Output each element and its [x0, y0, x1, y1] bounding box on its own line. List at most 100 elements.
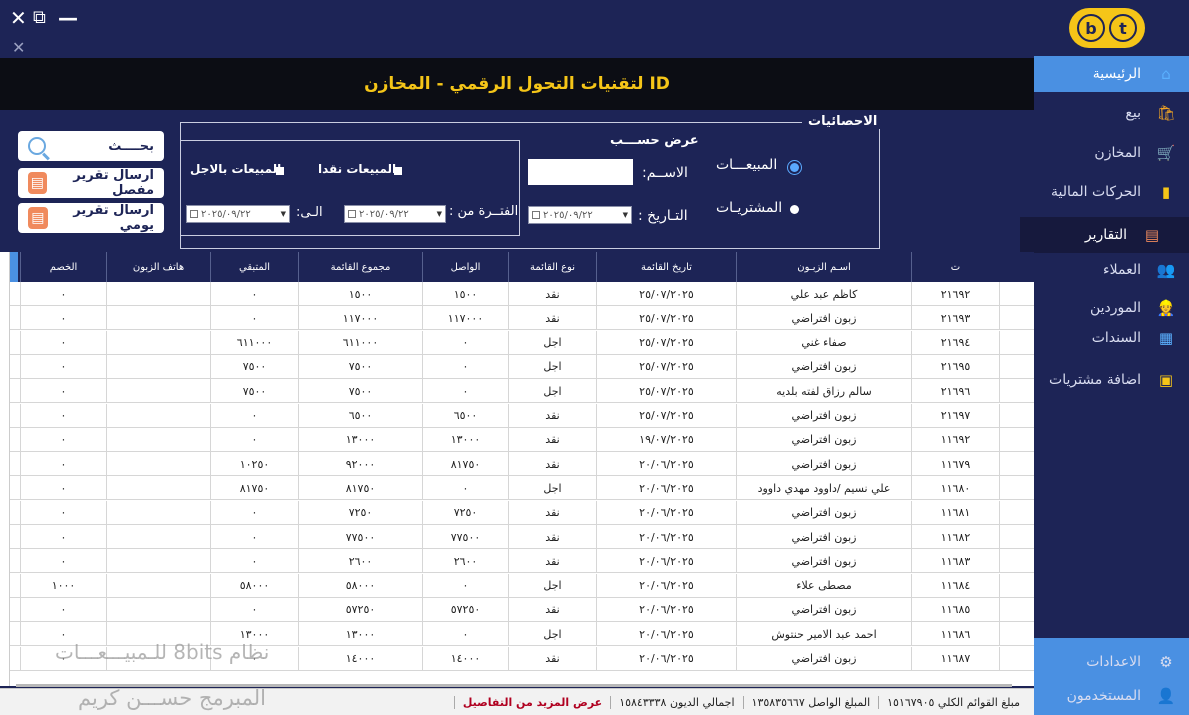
period-from-checkbox[interactable] [348, 210, 356, 218]
column-header[interactable]: تاريخ القائمة [596, 252, 736, 282]
column-header[interactable]: الخصم [20, 252, 106, 282]
table-cell: ٢١٦٩٧ [911, 403, 999, 428]
table-cell: ٢٠/٠٦/٢٠٢٥ [596, 452, 736, 477]
table-cell: ٧٧٥٠٠ [422, 525, 508, 549]
table-cell: ٠ [210, 500, 298, 525]
table-row[interactable]: ١١٦٨٠ علي نسيم /داوود مهدي داوود ٢٠/٠٦/٢٠٢… [0, 476, 1034, 501]
sidebar-item-4[interactable]: ▤ التقارير [1020, 217, 1189, 253]
table-cell [106, 549, 210, 574]
sidebar-item-0[interactable]: ⌂ الرئيسية [1034, 56, 1189, 92]
column-header[interactable]: هاتف الزبون [106, 252, 210, 282]
table-row[interactable]: ١١٦٨٢ زبون افتراضي ٢٠/٠٦/٢٠٢٥ نقد ٧٧٥٠٠ ٧٧٥٠٠… [0, 525, 1034, 549]
table-cell: ٠ [20, 282, 106, 306]
row-selector[interactable] [999, 573, 1034, 598]
date-picker[interactable]: ٢٠٢٥/٠٩/٢٢ ▼ [528, 206, 632, 224]
row-selector[interactable] [999, 282, 1034, 306]
table-row[interactable]: ٢١٦٩٣ زبون افتراضي ٢٥/٠٧/٢٠٢٥ نقد ١١٧٠٠٠ ١١٧٠… [0, 306, 1034, 331]
row-selector[interactable] [999, 330, 1034, 355]
date-checkbox[interactable] [532, 211, 540, 219]
row-selector[interactable] [999, 403, 1034, 428]
restore-icon[interactable]: ⧉ [33, 8, 46, 28]
row-selector[interactable] [999, 379, 1034, 404]
minimize-icon[interactable]: — [58, 8, 78, 28]
table-row[interactable]: ١١٦٨٣ زبون افتراضي ٢٠/٠٦/٢٠٢٥ نقد ٢٦٠٠ ٢٦٠٠ ٠ ٠ [0, 549, 1034, 574]
row-selector[interactable] [999, 500, 1034, 525]
row-selector[interactable] [999, 597, 1034, 622]
row-selector[interactable] [999, 476, 1034, 501]
name-input[interactable] [528, 159, 633, 185]
sidebar-item-settings[interactable]: ⚙ الاعدادات [1034, 644, 1189, 680]
row-selector[interactable] [999, 622, 1034, 647]
row-selector[interactable] [999, 452, 1034, 477]
row-selector[interactable] [999, 646, 1034, 671]
chevron-down-icon[interactable]: ▼ [437, 210, 442, 218]
close-icon[interactable]: ✕ [10, 8, 27, 28]
table-row[interactable]: ٢١٦٩٥ زبون افتراضي ٢٥/٠٧/٢٠٢٥ اجل ٠ ٧٥٠٠ ٧٥٠٠ ٠ [0, 354, 1034, 379]
table-row[interactable]: ١١٦٨٥ زبون افتراضي ٢٠/٠٦/٢٠٢٥ نقد ٥٧٢٥٠ ٥٧٢٥٠… [0, 597, 1034, 622]
logo-letter-b: b [1077, 14, 1105, 42]
table-cell: ٠ [20, 452, 106, 477]
sidebar-item-7[interactable]: ▦ السندات [1034, 320, 1189, 356]
column-header[interactable]: ت [911, 252, 999, 282]
period-from-picker[interactable]: ٢٠٢٥/٠٩/٢٢ ▼ [344, 205, 446, 223]
table-cell: ١٣٠٠٠ [298, 427, 422, 452]
column-selector[interactable] [10, 252, 18, 282]
table-cell: ٧٥٠٠ [210, 354, 298, 379]
row-selector[interactable] [999, 306, 1034, 331]
column-header[interactable]: الواصل [422, 252, 508, 282]
sidebar-item-2[interactable]: 🛒 المخازن [1034, 135, 1189, 171]
table-cell: ٠ [20, 549, 106, 574]
sidebar-item-8[interactable]: ▣ اضافة مشتريات [1034, 362, 1189, 398]
column-header[interactable]: المتبقي [210, 252, 298, 282]
search-button[interactable]: بحــــث [18, 131, 164, 161]
table-cell: ١١٧٠٠٠ [298, 306, 422, 331]
sidebar-item-users[interactable]: 👤 المستخدمون [1034, 678, 1189, 714]
to-label: الـى: [296, 205, 323, 220]
period-to-checkbox[interactable] [190, 210, 198, 218]
sales-radio[interactable] [790, 163, 799, 172]
detailed-report-button[interactable]: ارسال تقرير مفصل ▤ [18, 168, 164, 198]
cart-icon: 🛒 [1156, 144, 1176, 162]
table-row[interactable]: ١١٦٨٤ مصطى علاء ٢٠/٠٦/٢٠٢٥ اجل ٠ ٥٨٠٠٠ ٥٨٠٠٠ ١٠… [0, 573, 1034, 598]
row-selector[interactable] [999, 354, 1034, 379]
row-selector[interactable] [999, 427, 1034, 452]
table-cell [106, 573, 210, 598]
table-row[interactable]: ١١٦٩٢ زبون افتراضي ١٩/٠٧/٢٠٢٥ نقد ١٣٠٠٠ ١٣٠٠٠… [0, 427, 1034, 452]
chevron-down-icon[interactable]: ▼ [281, 210, 286, 218]
table-row[interactable]: ٢١٦٩٦ سالم رزاق لفته بلديه ٢٥/٠٧/٢٠٢٥ اجل ٠ ٧… [0, 379, 1034, 404]
table-cell: ٥٧٢٥٠ [422, 597, 508, 622]
daily-report-button[interactable]: ارسال تقرير يومي ▤ [18, 203, 164, 233]
table-row[interactable]: ٢١٦٩٤ صفاء غني ٢٥/٠٧/٢٠٢٥ اجل ٠ ٦١١٠٠٠ ٦١١٠٠٠ ٠ [0, 330, 1034, 355]
table-row[interactable]: ١١٦٧٩ زبون افتراضي ٢٠/٠٦/٢٠٢٥ نقد ٨١٧٥٠ ٩٢٠٠٠… [0, 452, 1034, 477]
table-cell: ٧٥٠٠ [210, 379, 298, 404]
table-row[interactable]: ٢١٦٩٧ زبون افتراضي ٢٥/٠٧/٢٠٢٥ نقد ٦٥٠٠ ٦٥٠٠ ٠ ٠ [0, 403, 1034, 428]
period-to-picker[interactable]: ٢٠٢٥/٠٩/٢٢ ▼ [186, 205, 290, 223]
row-selector[interactable] [999, 525, 1034, 549]
table-cell: ٢٥/٠٧/٢٠٢٥ [596, 403, 736, 428]
sidebar-item-5[interactable]: 👥 العملاء [1034, 252, 1189, 288]
secondary-close-icon[interactable]: ✕ [12, 38, 25, 57]
table-cell: اجل [508, 622, 596, 647]
table-cell: ٢٠/٠٦/٢٠٢٥ [596, 525, 736, 549]
sidebar-item-label: العملاء [1103, 262, 1141, 278]
table-row[interactable]: ٢١٦٩٢ كاظم عبد علي ٢٥/٠٧/٢٠٢٥ نقد ١٥٠٠ ١٥٠٠ ٠ ٠ [0, 282, 1034, 306]
table-cell: ٠ [20, 500, 106, 525]
table-cell: ٠ [20, 330, 106, 355]
table-row[interactable]: ١١٦٨١ زبون افتراضي ٢٠/٠٦/٢٠٢٥ نقد ٧٢٥٠ ٧٢٥٠ ٠ ٠ [0, 500, 1034, 525]
table-cell: ١٣٠٠٠ [422, 427, 508, 452]
column-header[interactable]: نوع القائمة [508, 252, 596, 282]
column-header[interactable]: مجموع القائمة [298, 252, 422, 282]
bar-chart-icon: ▮ [1161, 183, 1171, 201]
sidebar-item-1[interactable]: 🛍 بيع [1034, 95, 1189, 131]
sidebar-item-3[interactable]: ▮ الحركات المالية [1034, 174, 1189, 210]
box-icon: ▣ [1158, 371, 1174, 389]
column-header[interactable]: اسـم الزبـون [736, 252, 911, 282]
table-cell: ٩٢٠٠٠ [298, 452, 422, 477]
purchases-radio[interactable] [790, 205, 799, 214]
table-cell: ١١٦٨٥ [911, 597, 999, 622]
row-selector[interactable] [999, 549, 1034, 574]
table-cell: ٠ [422, 354, 508, 379]
table-cell: ٨١٧٥٠ [298, 476, 422, 501]
more-details-link[interactable]: عرض المزيد من التفاصيل [453, 695, 610, 709]
chevron-down-icon[interactable]: ▼ [623, 211, 628, 219]
